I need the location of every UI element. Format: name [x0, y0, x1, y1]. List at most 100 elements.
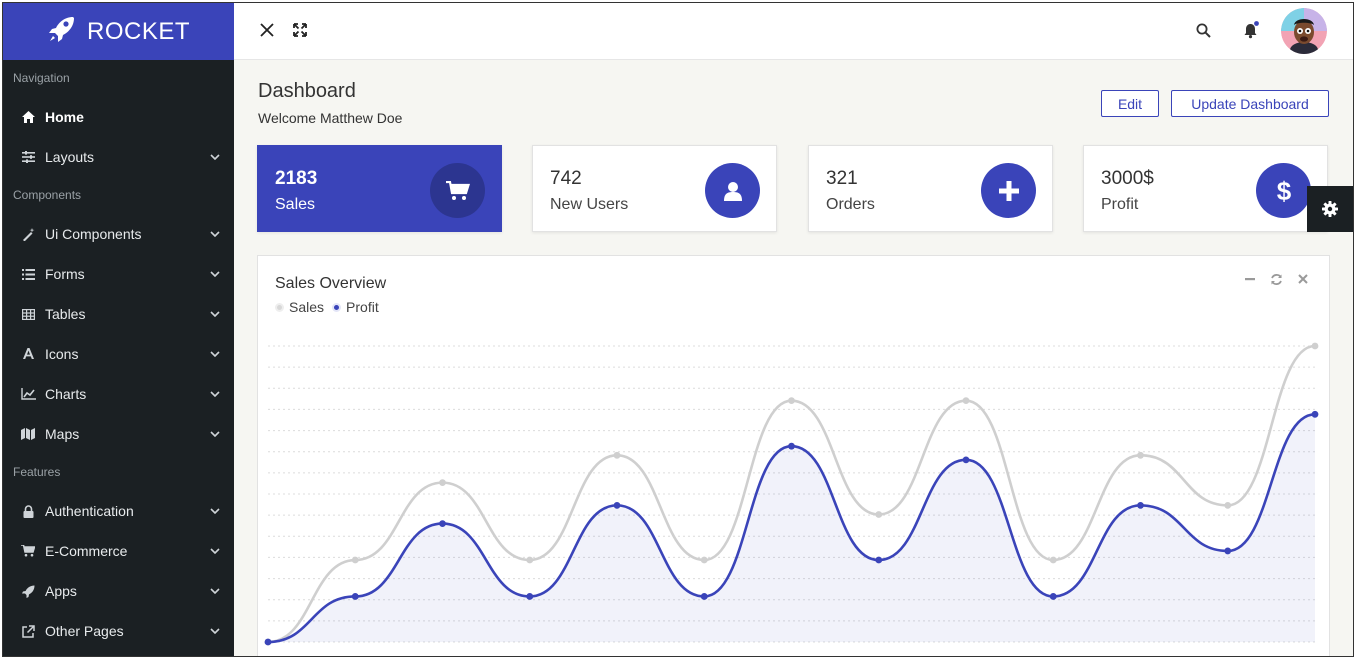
stat-card-orders: 321 Orders: [808, 145, 1053, 232]
card-tools: [1244, 273, 1309, 286]
refresh-button[interactable]: [1270, 273, 1283, 286]
cart-icon: [19, 545, 37, 557]
brand[interactable]: ROCKET: [3, 3, 234, 60]
bell-icon: [1244, 21, 1259, 39]
search-icon: [1196, 23, 1211, 38]
sidebar-item-apps[interactable]: Apps: [3, 571, 234, 611]
page-title: Dashboard: [258, 80, 356, 102]
data-point-sales: [613, 451, 621, 459]
chevron-down-icon: [210, 548, 220, 554]
fullscreen-button[interactable]: [290, 20, 310, 40]
magic-wand-icon: [19, 227, 37, 241]
sidebar-item-label: Tables: [45, 306, 86, 322]
legend-swatch-sales: [275, 302, 284, 312]
sidebar-item-ui-components[interactable]: Ui Components: [3, 214, 234, 254]
sidebar-item-tables[interactable]: Tables: [3, 294, 234, 334]
sidebar-item-forms[interactable]: Forms: [3, 254, 234, 294]
avatar[interactable]: [1281, 8, 1327, 54]
data-point-profit: [351, 593, 359, 600]
chevron-down-icon: [210, 154, 220, 160]
stat-card-new-users: 742 New Users: [532, 145, 777, 232]
plus-icon: [998, 180, 1019, 201]
sidebar-item-label: Layouts: [45, 149, 95, 165]
rocket-logo-icon: [47, 14, 77, 49]
minimize-button[interactable]: [1244, 273, 1256, 286]
sales-overview-chart: [264, 342, 1319, 646]
legend-label: Sales: [289, 299, 325, 315]
sidebar: ROCKET Navigation Home Layouts Component…: [3, 3, 234, 656]
lock-icon: [19, 504, 37, 518]
sidebar-item-label: Forms: [45, 266, 85, 282]
stat-icon-circle: [430, 163, 485, 218]
sidebar-item-layouts[interactable]: Layouts: [3, 137, 234, 177]
sidebar-item-label: Maps: [45, 426, 80, 442]
settings-panel-toggle[interactable]: [1307, 186, 1353, 232]
user-icon: [723, 181, 742, 201]
sidebar-item-label: E-Commerce: [45, 543, 128, 559]
stat-icon-circle: [981, 163, 1036, 218]
data-point-profit: [1049, 593, 1057, 600]
font-icon: [19, 348, 37, 360]
data-point-profit: [526, 593, 534, 600]
close-card-button[interactable]: [1297, 273, 1309, 286]
data-point-sales: [788, 397, 795, 405]
brand-name: ROCKET: [86, 17, 190, 45]
chart-legend: Sales Profit: [275, 299, 379, 315]
stat-card-profit: 3000$ Profit $: [1083, 145, 1328, 232]
rocket-icon: [19, 585, 37, 598]
gear-icon: [1322, 201, 1338, 217]
stat-label: New Users: [550, 196, 629, 213]
stat-value: 742: [550, 168, 582, 189]
sidebar-item-label: Icons: [45, 346, 79, 362]
edit-button[interactable]: Edit: [1101, 90, 1159, 117]
stat-value: 2183: [275, 168, 318, 189]
sales-overview-card: Sales Overview Sales Profit: [257, 255, 1330, 656]
data-point-profit: [613, 501, 621, 509]
data-point-sales: [351, 556, 359, 564]
data-point-sales: [439, 479, 446, 487]
notifications-button[interactable]: [1241, 20, 1261, 40]
stat-label: Orders: [826, 196, 875, 213]
sidebar-item-label: Other Pages: [45, 623, 124, 639]
home-icon: [19, 111, 37, 123]
chevron-down-icon: [210, 391, 220, 397]
data-point-sales: [962, 397, 970, 405]
data-point-sales: [526, 556, 534, 564]
data-point-profit: [962, 456, 970, 464]
data-point-profit: [788, 442, 795, 450]
data-point-sales: [1137, 451, 1144, 459]
sidebar-item-charts[interactable]: Charts: [3, 374, 234, 414]
sidebar-item-label: Ui Components: [45, 226, 142, 242]
sidebar-item-label: Charts: [45, 386, 87, 402]
sidebar-item-maps[interactable]: Maps: [3, 414, 234, 454]
data-point-profit: [700, 593, 708, 600]
map-icon: [19, 428, 37, 440]
chevron-down-icon: [210, 271, 220, 277]
page-subtitle: Welcome Matthew Doe: [258, 110, 403, 126]
legend-item-sales[interactable]: Sales: [275, 299, 324, 315]
update-dashboard-button[interactable]: Update Dashboard: [1171, 90, 1329, 117]
sidebar-item-e-commerce[interactable]: E-Commerce: [3, 531, 234, 571]
data-point-profit: [264, 638, 272, 646]
svg-text:$: $: [1276, 177, 1291, 205]
legend-swatch-profit: [332, 302, 342, 312]
sidebar-item-home[interactable]: Home: [3, 97, 234, 137]
stat-label: Profit: [1101, 196, 1139, 213]
sidebar-item-other-pages[interactable]: Other Pages: [3, 611, 234, 651]
card-title: Sales Overview: [275, 275, 387, 292]
dollar-icon: $: [1276, 177, 1291, 205]
data-point-sales: [1049, 556, 1057, 564]
minus-icon: [1245, 278, 1255, 281]
chevron-down-icon: [210, 431, 220, 437]
sidebar-item-authentication[interactable]: Authentication: [3, 491, 234, 531]
chevron-down-icon: [210, 351, 220, 357]
stat-card-sales: 2183 Sales: [257, 145, 502, 232]
chevron-down-icon: [210, 231, 220, 237]
sidebar-item-icons[interactable]: Icons: [3, 334, 234, 374]
data-point-profit: [1137, 501, 1144, 509]
search-button[interactable]: [1193, 20, 1213, 40]
data-point-profit: [875, 556, 883, 564]
close-sidebar-button[interactable]: [257, 20, 277, 40]
sidebar-item-label: Apps: [45, 583, 77, 599]
legend-item-profit[interactable]: Profit: [332, 299, 379, 315]
